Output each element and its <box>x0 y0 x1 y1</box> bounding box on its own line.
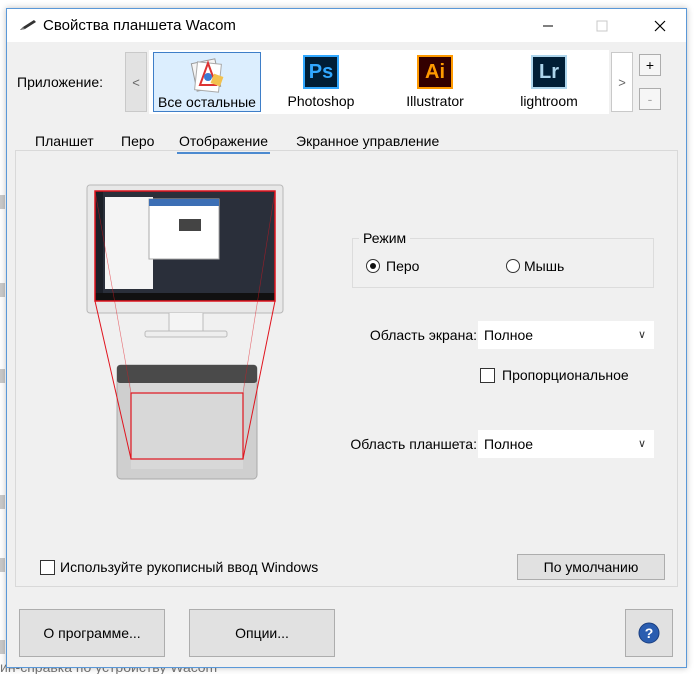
chevron-down-icon: ∨ <box>637 438 646 450</box>
options-button[interactable]: Опции... <box>189 609 335 657</box>
background-fragment <box>0 640 5 654</box>
windows-ink-label: Используйте рукописный ввод Windows <box>60 559 319 575</box>
app-label: Illustrator <box>406 93 464 109</box>
checkbox-icon <box>480 368 495 383</box>
app-label: lightroom <box>520 93 578 109</box>
tab-display[interactable]: Отображение <box>177 130 271 154</box>
chevron-down-icon: ∨ <box>637 329 646 341</box>
background-fragment <box>0 558 5 572</box>
tab-pen[interactable]: Перо <box>119 130 156 152</box>
mode-pen-radio[interactable]: Перо <box>366 258 466 276</box>
mode-mouse-radio[interactable]: Мышь <box>506 258 606 276</box>
app-item-all-others[interactable]: Все остальные <box>153 52 261 112</box>
application-list: Все остальные Ps Photoshop Ai Illustrato… <box>149 50 609 114</box>
app-item-illustrator[interactable]: Ai Illustrator <box>381 52 489 112</box>
app-label: Photoshop <box>287 93 355 109</box>
photoshop-icon: Ps <box>303 55 339 89</box>
screen-area-select[interactable]: Полное ∨ <box>478 321 654 349</box>
background-fragment <box>0 195 5 209</box>
app-item-lightroom[interactable]: Lr lightroom <box>495 52 603 112</box>
radio-unselected-icon <box>506 259 520 273</box>
about-button[interactable]: О программе... <box>19 609 165 657</box>
radio-selected-icon <box>366 259 380 273</box>
tablet-area-value: Полное <box>484 436 534 452</box>
proportional-checkbox[interactable]: Пропорциональное <box>480 367 660 385</box>
window-title: Свойства планшета Wacom <box>43 17 236 34</box>
mode-pen-label: Перо <box>386 258 420 274</box>
minimize-icon <box>542 25 553 26</box>
maximize-button[interactable] <box>579 9 624 42</box>
default-button[interactable]: По умолчанию <box>517 554 665 580</box>
maximize-icon <box>596 20 607 31</box>
proportional-label: Пропорциональное <box>502 367 629 383</box>
background-fragment <box>0 369 5 383</box>
tab-onscreen-controls[interactable]: Экранное управление <box>294 130 441 152</box>
mode-mouse-label: Мышь <box>524 258 565 274</box>
checkbox-icon <box>40 560 55 575</box>
minimize-button[interactable] <box>525 9 570 42</box>
tablet-area-label: Область планшета: <box>350 436 477 452</box>
pen-app-icon <box>20 20 36 30</box>
svg-text:?: ? <box>645 625 654 641</box>
mode-title: Режим <box>359 230 411 246</box>
add-application-button[interactable]: + <box>639 54 661 76</box>
apps-scroll-left-button[interactable]: < <box>125 52 147 112</box>
help-button[interactable]: ? <box>625 609 673 657</box>
tab-tablet[interactable]: Планшет <box>33 130 96 152</box>
application-label: Приложение: <box>17 74 104 90</box>
windows-ink-checkbox[interactable]: Используйте рукописный ввод Windows <box>40 559 360 577</box>
screen-area-label: Область экрана: <box>369 327 477 343</box>
tablet-area-select[interactable]: Полное ∨ <box>478 430 654 458</box>
help-icon: ? <box>638 622 660 644</box>
close-icon <box>654 20 665 31</box>
screen-area-value: Полное <box>484 327 534 343</box>
app-label: Все остальные <box>158 94 256 110</box>
background-fragment <box>0 283 5 297</box>
title-bar: Свойства планшета Wacom <box>7 9 686 42</box>
apps-scroll-right-button[interactable]: > <box>611 52 633 112</box>
wacom-properties-window: Свойства планшета Wacom Приложение: < Вс… <box>6 8 687 668</box>
close-button[interactable] <box>637 9 682 42</box>
monitor-tablet-illustration <box>86 184 284 480</box>
lightroom-icon: Lr <box>531 55 567 89</box>
all-apps-icon <box>190 58 224 93</box>
illustrator-icon: Ai <box>417 55 453 89</box>
app-item-photoshop[interactable]: Ps Photoshop <box>267 52 375 112</box>
background-fragment <box>0 495 5 509</box>
remove-application-button[interactable]: - <box>639 88 661 110</box>
